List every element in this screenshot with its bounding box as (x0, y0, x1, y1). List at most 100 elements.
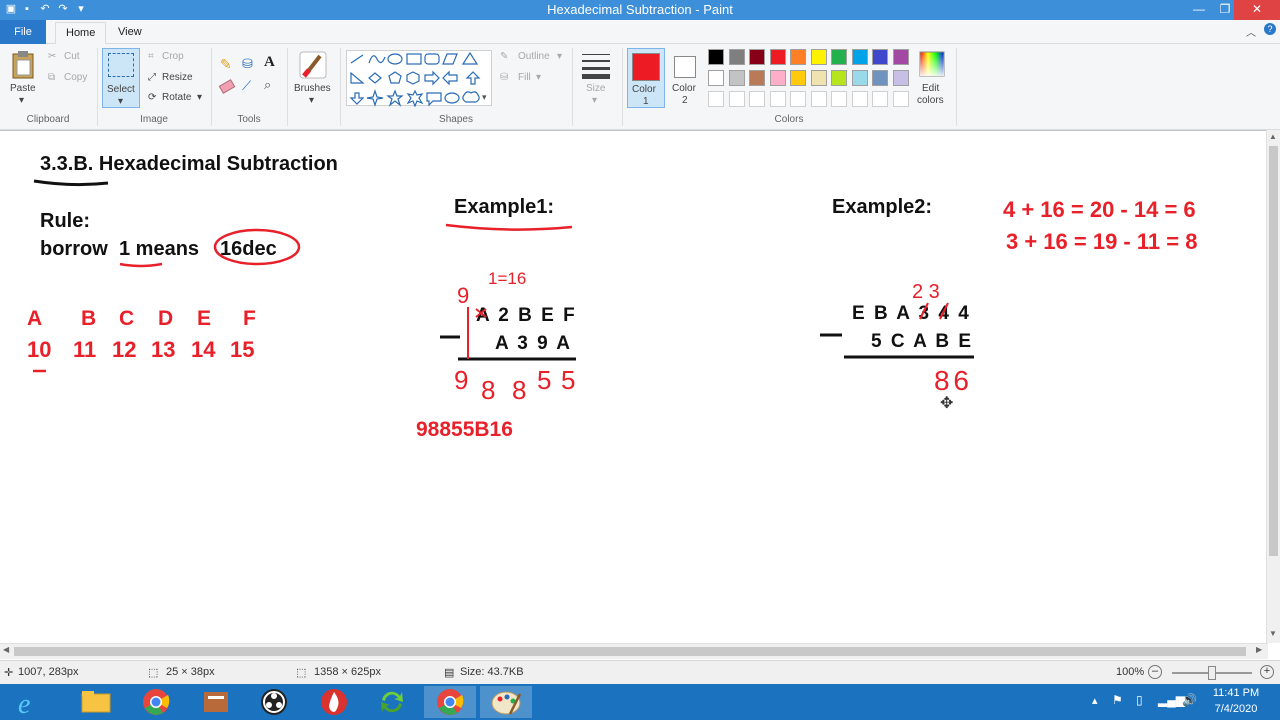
color2-button[interactable]: Color 2 (668, 48, 704, 108)
cut-icon[interactable]: ✂ (48, 51, 56, 62)
chrome-window-icon[interactable] (424, 686, 476, 718)
brushes-icon[interactable] (298, 50, 328, 80)
sync-app-icon[interactable] (366, 686, 418, 718)
brushes-button[interactable]: Brushes (294, 83, 331, 94)
tray-flag-icon[interactable]: ⚑ (1112, 693, 1123, 707)
fill-button[interactable]: Fill (518, 72, 531, 83)
help-icon[interactable]: ? (1264, 23, 1276, 35)
tab-home[interactable]: Home (55, 22, 107, 44)
palette-swatch[interactable] (851, 49, 868, 65)
palette-swatch[interactable] (831, 49, 847, 65)
palette-swatch[interactable] (790, 49, 806, 65)
copy-icon[interactable]: ⧉ (48, 72, 55, 83)
outline-button[interactable]: Outline (518, 51, 550, 62)
palette-swatch[interactable] (728, 91, 745, 107)
palette-swatch[interactable] (769, 49, 786, 65)
outline-icon[interactable]: ✎ (500, 51, 508, 62)
file-explorer-icon[interactable] (70, 686, 122, 718)
cut-button[interactable]: Cut (64, 51, 80, 62)
tray-volume-icon[interactable]: 🔊 (1182, 693, 1197, 707)
close-button[interactable]: ✕ (1234, 0, 1280, 20)
palette-swatch[interactable] (831, 91, 847, 107)
fill-bucket-icon[interactable]: ⛁ (242, 56, 253, 72)
collapse-ribbon-icon[interactable]: ︿ (1246, 24, 1256, 39)
fill-dropdown-icon[interactable]: ▾ (536, 72, 541, 83)
resize-button[interactable]: Resize (162, 72, 193, 83)
clock-time[interactable]: 11:41 PM (1208, 687, 1264, 699)
palette-swatch[interactable] (769, 70, 786, 86)
palette-swatch[interactable] (708, 49, 724, 65)
palette-swatch[interactable] (790, 70, 806, 86)
paste-button[interactable]: Paste (10, 83, 36, 94)
palette-swatch[interactable] (749, 70, 765, 86)
paint-taskbar-icon[interactable] (480, 686, 532, 718)
outline-dropdown-icon[interactable]: ▾ (557, 51, 562, 62)
palette-swatch[interactable] (831, 70, 847, 86)
size-dropdown-icon[interactable]: ▾ (592, 95, 597, 106)
fire-app-icon[interactable] (308, 686, 360, 718)
select-button[interactable]: Select ▾ (102, 48, 140, 108)
palette-swatch[interactable] (749, 49, 765, 65)
shapes-gallery[interactable] (346, 50, 492, 108)
edit-colors-icon[interactable] (918, 50, 946, 78)
palette-swatch[interactable] (708, 70, 724, 86)
scroll-up-icon[interactable]: ▲ (1269, 132, 1277, 141)
app-icon-pencil-case[interactable] (190, 686, 242, 718)
rotate-icon[interactable]: ⟳ (148, 92, 156, 103)
size-button[interactable]: Size (586, 83, 605, 94)
palette-swatch[interactable] (810, 70, 827, 86)
palette-swatch[interactable] (872, 70, 888, 86)
scroll-left-icon[interactable]: ◀ (3, 645, 9, 654)
tab-file[interactable]: File (0, 20, 46, 44)
palette-swatch[interactable] (892, 70, 909, 86)
chrome-icon[interactable] (130, 686, 182, 718)
palette-swatch[interactable] (851, 70, 868, 86)
crop-icon[interactable]: ⌗ (148, 51, 154, 62)
palette-swatch[interactable] (708, 91, 724, 107)
palette-swatch[interactable] (790, 91, 806, 107)
pencil-icon[interactable]: ✎ (220, 56, 232, 73)
size-icon[interactable] (582, 52, 610, 80)
palette-swatch[interactable] (851, 91, 868, 107)
zoom-in-button[interactable]: + (1260, 665, 1274, 679)
brushes-dropdown-icon[interactable]: ▾ (309, 95, 314, 106)
palette-swatch[interactable] (749, 91, 765, 107)
palette-swatch[interactable] (810, 49, 827, 65)
magnifier-icon[interactable]: ⌕ (264, 77, 271, 93)
palette-swatch[interactable] (728, 70, 745, 86)
zoom-out-button[interactable]: – (1148, 665, 1162, 679)
internet-explorer-icon[interactable]: e (8, 686, 52, 720)
paste-icon[interactable] (10, 50, 36, 80)
horizontal-scroll-thumb[interactable] (14, 647, 1246, 656)
crop-button[interactable]: Crop (162, 51, 184, 62)
resize-icon[interactable]: ⤢ (148, 72, 156, 83)
color-picker-icon[interactable]: ⟋ (242, 78, 251, 94)
rotate-button[interactable]: Rotate (162, 92, 191, 103)
tray-expand-icon[interactable]: ▴ (1092, 694, 1098, 707)
rotate-dropdown-icon[interactable]: ▾ (197, 92, 202, 103)
palette-swatch[interactable] (892, 91, 909, 107)
copy-button[interactable]: Copy (64, 72, 87, 83)
vertical-scroll-thumb[interactable] (1269, 146, 1278, 556)
palette-swatch[interactable] (872, 49, 888, 65)
palette-swatch[interactable] (810, 91, 827, 107)
drawing-canvas[interactable]: 3.3.B. Hexadecimal Subtraction Rule: bor… (0, 130, 1268, 643)
horizontal-scrollbar[interactable]: ◀ ▶ (0, 643, 1268, 659)
vertical-scrollbar[interactable]: ▲ ▼ (1266, 130, 1280, 643)
tray-network-icon[interactable]: ▂▄▆ (1158, 693, 1185, 707)
clock-date[interactable]: 7/4/2020 (1208, 703, 1264, 715)
scroll-down-icon[interactable]: ▼ (1269, 629, 1277, 638)
color1-button[interactable]: Color 1 (627, 48, 665, 108)
text-tool-icon[interactable]: A (264, 54, 275, 71)
edit-colors-button[interactable]: Edit (922, 83, 939, 94)
zoom-slider-thumb[interactable] (1208, 666, 1216, 680)
obs-icon[interactable] (248, 686, 300, 718)
scroll-right-icon[interactable]: ▶ (1256, 645, 1262, 654)
eraser-icon[interactable] (218, 79, 236, 94)
fill-icon[interactable]: ⛁ (500, 72, 508, 83)
palette-swatch[interactable] (728, 49, 745, 65)
paste-dropdown-icon[interactable]: ▾ (19, 95, 24, 106)
tab-view[interactable]: View (108, 22, 152, 44)
tray-device-icon[interactable]: ▯ (1136, 693, 1143, 707)
palette-swatch[interactable] (872, 91, 888, 107)
